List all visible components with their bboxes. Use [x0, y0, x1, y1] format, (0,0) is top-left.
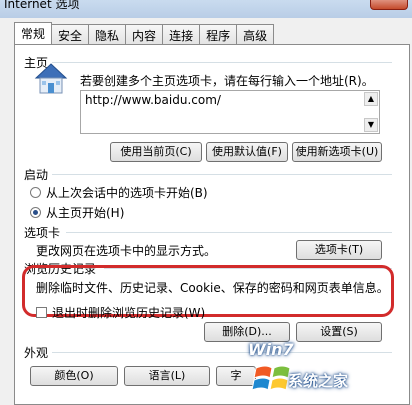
- watermark-brand: Win7: [248, 340, 294, 359]
- tab-content[interactable]: 内容: [125, 24, 164, 44]
- delete-history-button[interactable]: 删除(D)...: [204, 322, 290, 342]
- tab-security[interactable]: 安全: [51, 24, 90, 44]
- startup-option1-label: 从上次会话中的选项卡开始(B): [46, 186, 208, 200]
- tabs-description: 更改网页在选项卡中的显示方式。: [36, 244, 217, 258]
- tab-programs[interactable]: 程序: [199, 24, 238, 44]
- use-new-tab-button[interactable]: 使用新选项卡(U): [292, 142, 382, 162]
- startup-divider: [52, 174, 392, 175]
- scroll-down-arrow-icon[interactable]: ▼: [364, 118, 378, 132]
- home-divider: [52, 62, 392, 63]
- scroll-up-arrow-icon[interactable]: ▲: [364, 92, 378, 106]
- title-bar: Internet 选项: [0, 0, 412, 18]
- history-description: 删除临时文件、历史记录、Cookie、保存的密码和网页表单信息。: [36, 281, 389, 295]
- watermark-site: 系统之家: [288, 372, 349, 390]
- history-settings-button[interactable]: 设置(S): [296, 322, 382, 342]
- startup-section-label: 启动: [24, 168, 49, 182]
- watermark: Win7 系统之家: [248, 340, 408, 400]
- startup-option-home[interactable]: 从主页开始(H): [30, 204, 124, 221]
- tab-strip: 常规 安全 隐私 内容 连接 程序 高级: [14, 22, 275, 44]
- appearance-section-label: 外观: [24, 346, 49, 360]
- startup-option-last-session[interactable]: 从上次会话中的选项卡开始(B): [30, 184, 208, 201]
- tabs-section-label: 选项卡: [24, 226, 61, 240]
- colors-button[interactable]: 颜色(O): [30, 366, 118, 386]
- radio-home-selected[interactable]: [30, 207, 41, 218]
- windows-logo-icon: [252, 365, 291, 391]
- tab-advanced[interactable]: 高级: [236, 24, 275, 44]
- homepage-url-textarea[interactable]: http://www.baidu.com/ ▲ ▼: [80, 90, 380, 134]
- tab-general[interactable]: 常规: [14, 22, 53, 44]
- close-button[interactable]: [370, 0, 408, 10]
- tab-privacy[interactable]: 隐私: [88, 24, 127, 44]
- tabs-divider: [66, 232, 392, 233]
- languages-button[interactable]: 语言(L): [124, 366, 210, 386]
- tab-connections[interactable]: 连接: [162, 24, 201, 44]
- homepage-url-value: http://www.baidu.com/: [85, 93, 221, 107]
- delete-on-exit-option[interactable]: 退出时删除浏览历史记录(W): [36, 304, 205, 321]
- use-default-button[interactable]: 使用默认值(F): [206, 142, 288, 162]
- tabs-settings-button[interactable]: 选项卡(T): [296, 240, 382, 260]
- delete-on-exit-checkbox[interactable]: [36, 307, 47, 318]
- radio-last-session[interactable]: [30, 187, 41, 198]
- home-icon: [34, 63, 68, 94]
- startup-option2-label: 从主页开始(H): [46, 206, 125, 220]
- window-title: Internet 选项: [4, 0, 80, 11]
- delete-on-exit-label: 退出时删除浏览历史记录(W): [52, 306, 206, 320]
- use-current-button[interactable]: 使用当前页(C): [110, 142, 202, 162]
- home-hint: 若要创建多个主页选项卡，请在每行输入一个地址(R)。: [80, 74, 374, 88]
